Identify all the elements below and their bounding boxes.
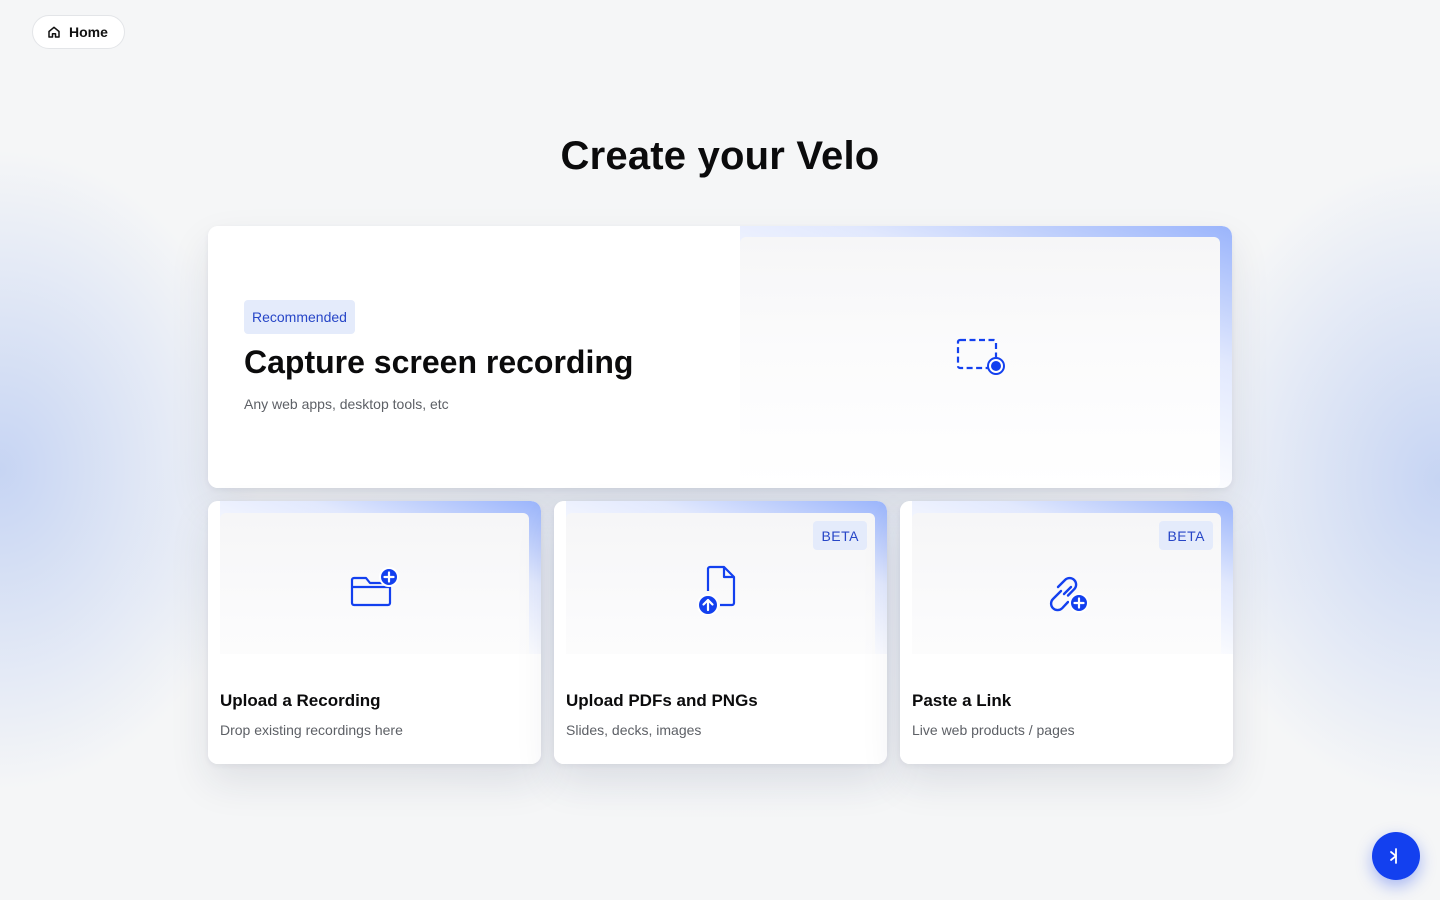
folder-add-icon bbox=[350, 565, 400, 615]
assistant-icon bbox=[1387, 847, 1405, 865]
card-title: Capture screen recording bbox=[244, 344, 634, 380]
home-icon bbox=[47, 25, 61, 39]
card-subtitle: Any web apps, desktop tools, etc bbox=[244, 396, 449, 412]
card-subtitle: Live web products / pages bbox=[912, 722, 1075, 738]
recommended-badge: Recommended bbox=[244, 300, 355, 334]
page-title: Create your Velo bbox=[560, 134, 880, 178]
paste-link-card[interactable]: BETA Paste a Link Live web products / pa… bbox=[900, 501, 1233, 764]
home-label: Home bbox=[69, 24, 108, 40]
card-title: Upload a Recording bbox=[220, 691, 381, 710]
card-title: Upload PDFs and PNGs bbox=[566, 691, 758, 710]
upload-pdfs-card[interactable]: BETA Upload PDFs and PNGs Slides, decks,… bbox=[554, 501, 887, 764]
card-subtitle: Slides, decks, images bbox=[566, 722, 702, 738]
beta-badge: BETA bbox=[813, 521, 867, 550]
upload-recording-card[interactable]: Upload a Recording Drop existing recordi… bbox=[208, 501, 541, 764]
assistant-fab-button[interactable] bbox=[1372, 832, 1420, 880]
screen-record-icon bbox=[956, 338, 1006, 376]
capture-screen-recording-card[interactable]: Recommended Capture screen recording Any… bbox=[208, 226, 1232, 488]
home-button[interactable]: Home bbox=[32, 15, 125, 49]
file-upload-icon bbox=[696, 565, 746, 616]
card-title: Paste a Link bbox=[912, 691, 1012, 710]
beta-badge: BETA bbox=[1159, 521, 1213, 550]
link-add-icon bbox=[1042, 565, 1092, 615]
card-subtitle: Drop existing recordings here bbox=[220, 722, 403, 738]
